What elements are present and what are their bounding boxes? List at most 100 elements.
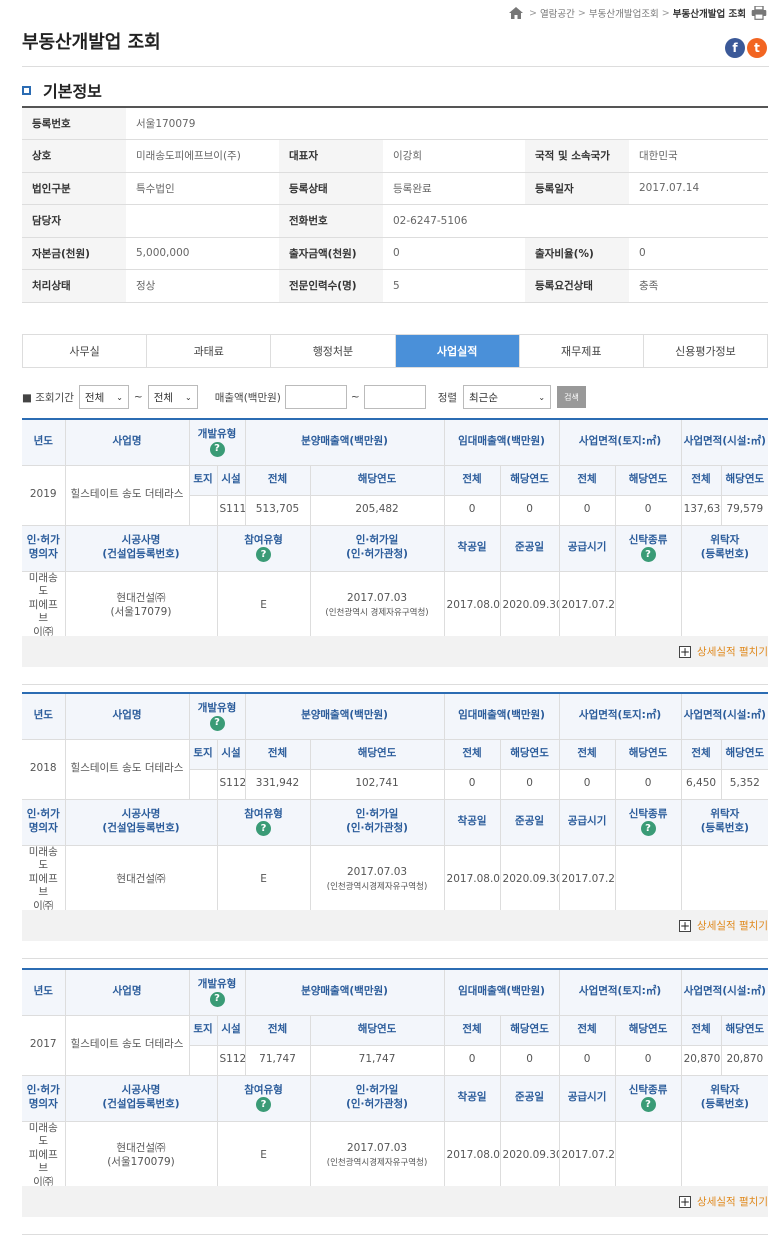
trust-header: 신탁종류? xyxy=(615,1075,682,1122)
facebook-icon[interactable]: f xyxy=(725,38,745,58)
project-table: 년도 사업명 개발유형? 분양매출액(백만원) 임대매출액(백만원) 사업면적(… xyxy=(22,968,769,1191)
plus-icon[interactable]: + xyxy=(679,645,692,658)
plus-icon[interactable]: + xyxy=(679,919,692,932)
tab-financial[interactable]: 재무제표 xyxy=(518,335,643,367)
info-value: 정상 xyxy=(126,269,279,303)
section-title-text: 기본정보 xyxy=(43,82,102,101)
help-icon[interactable]: ? xyxy=(640,821,656,837)
col-rent-header: 임대매출액(백만원) xyxy=(444,419,560,466)
chevron-down-icon: ⌄ xyxy=(538,392,546,402)
builder-header: 시공사명 (건설업등록번호) xyxy=(65,525,218,572)
help-icon[interactable]: ? xyxy=(209,991,225,1007)
detail-toggle-bar: + 상세실적 펼치기 xyxy=(22,636,768,667)
chevron-right-icon: > xyxy=(661,7,670,19)
info-label: 전화번호 xyxy=(279,204,383,238)
fac-total-cell: 137,639 xyxy=(681,495,722,526)
twitter-icon[interactable]: t xyxy=(747,38,767,58)
help-icon[interactable]: ? xyxy=(256,547,271,563)
breadcrumb-item[interactable]: 열람공간 xyxy=(540,6,575,20)
col-devtype-header: 개발유형? xyxy=(189,693,246,740)
tab-credit[interactable]: 신용평가정보 xyxy=(642,335,767,367)
rent-total-subheader: 전체 xyxy=(444,739,501,770)
licensee-header: 인·허가 명의자 xyxy=(22,799,66,846)
sale-year-subheader: 해당연도 xyxy=(310,465,445,496)
help-icon[interactable]: ? xyxy=(209,441,225,457)
permit-office: (인천광역시 경제자유구역청) xyxy=(325,607,429,618)
tilde: ~ xyxy=(350,391,360,403)
detail-toggle-link[interactable]: 상세실적 펼치기 xyxy=(697,1194,768,1209)
info-value xyxy=(126,204,279,238)
sort-select[interactable]: 최근순 ⌄ xyxy=(463,385,552,409)
plus-icon[interactable]: + xyxy=(679,1195,692,1208)
col-sale-header: 분양매출액(백만원) xyxy=(245,693,445,740)
supply-header: 공급시기 xyxy=(559,1075,616,1122)
start-cell: 2017.08.01 xyxy=(444,1121,501,1191)
permit-cell: 2017.07.03 (인천광역시 경제자유구역청) xyxy=(310,571,445,641)
land-cell xyxy=(189,769,218,800)
land-year-cell: 0 xyxy=(615,495,682,526)
sales-max-input[interactable] xyxy=(363,385,426,409)
start-cell: 2017.08.01 xyxy=(444,571,501,641)
col-area-land-header: 사업면적(토지:㎡) xyxy=(559,693,682,740)
trust-label: 신탁종류 xyxy=(628,1083,668,1096)
period-to-select[interactable]: 전체 ⌄ xyxy=(147,385,198,409)
col-rent-header: 임대매출액(백만원) xyxy=(444,693,560,740)
land-year-subheader: 해당연도 xyxy=(615,739,682,770)
fac-year-cell: 79,579 xyxy=(721,495,769,526)
detail-toggle-link[interactable]: 상세실적 펼치기 xyxy=(697,644,768,659)
rent-year-cell: 0 xyxy=(500,1045,560,1076)
year-cell: 2019 xyxy=(22,465,66,526)
col-year-header: 년도 xyxy=(22,969,66,1016)
trust-header: 신탁종류? xyxy=(615,799,682,846)
section-title: 기본정보 xyxy=(22,78,102,102)
participation-header: 참여유형? xyxy=(217,1075,311,1122)
help-icon[interactable]: ? xyxy=(209,715,225,731)
tab-office[interactable]: 사무실 xyxy=(23,335,146,367)
tilde: ~ xyxy=(133,391,143,403)
detail-toggle-bar: + 상세실적 펼치기 xyxy=(22,910,768,941)
search-button[interactable]: 검색 xyxy=(557,386,587,408)
info-value: 5,000,000 xyxy=(126,237,279,270)
breadcrumb-item[interactable]: 부동산개발업조회 xyxy=(589,6,659,20)
filter-bar: ■ 조회기간 전체 ⌄ ~ 전체 ⌄ 매출액(백만원) ~ 정렬 최근순 ⌄ 검색 xyxy=(22,384,587,410)
tab-fine[interactable]: 과태료 xyxy=(146,335,270,367)
home-icon[interactable] xyxy=(508,7,523,19)
year-cell: 2018 xyxy=(22,739,66,800)
facility-subheader: 시설 xyxy=(217,1015,246,1046)
tab-disposition[interactable]: 행정처분 xyxy=(270,335,394,367)
info-label: 출자금액(천원) xyxy=(279,237,383,270)
sales-min-input[interactable] xyxy=(284,385,347,409)
col-area-land-header: 사업면적(토지:㎡) xyxy=(559,419,682,466)
tab-performance[interactable]: 사업실적 xyxy=(394,335,519,367)
permit-cell: 2017.07.03 (인천광역시경제자유구역청) xyxy=(310,845,445,915)
trust-cell xyxy=(615,845,682,915)
trustee-header: 위탁자 (등록번호) xyxy=(681,799,769,846)
start-header: 착공일 xyxy=(444,1075,501,1122)
help-icon[interactable]: ? xyxy=(640,1097,656,1113)
builder-cell: 현대건설㈜ (서울170079) xyxy=(65,1121,218,1191)
land-subheader: 토지 xyxy=(189,739,218,770)
land-total-subheader: 전체 xyxy=(559,465,616,496)
col-name-header: 사업명 xyxy=(65,969,190,1016)
participation-cell: E xyxy=(217,1121,311,1191)
info-label: 출자비율(%) xyxy=(525,237,629,270)
detail-toggle-link[interactable]: 상세실적 펼치기 xyxy=(697,918,768,933)
info-label: 대표자 xyxy=(279,139,383,173)
period-from-value: 전체 xyxy=(84,391,105,404)
help-icon[interactable]: ? xyxy=(256,1097,271,1113)
period-from-select[interactable]: 전체 ⌄ xyxy=(78,385,129,409)
col-year-header: 년도 xyxy=(22,419,66,466)
print-icon[interactable] xyxy=(751,6,767,20)
done-header: 준공일 xyxy=(500,799,560,846)
help-icon[interactable]: ? xyxy=(256,821,271,837)
facility-subheader: 시설 xyxy=(217,465,246,496)
participation-cell: E xyxy=(217,845,311,915)
participation-label: 참여유형 xyxy=(244,533,283,546)
help-icon[interactable]: ? xyxy=(640,547,656,563)
col-name-header: 사업명 xyxy=(65,419,190,466)
sort-label: 정렬 xyxy=(437,391,458,404)
done-cell: 2020.09.30 xyxy=(500,1121,560,1191)
divider xyxy=(22,1234,768,1235)
sale-total-cell: 331,942 xyxy=(245,769,311,800)
trustee-header: 위탁자 (등록번호) xyxy=(681,1075,769,1122)
